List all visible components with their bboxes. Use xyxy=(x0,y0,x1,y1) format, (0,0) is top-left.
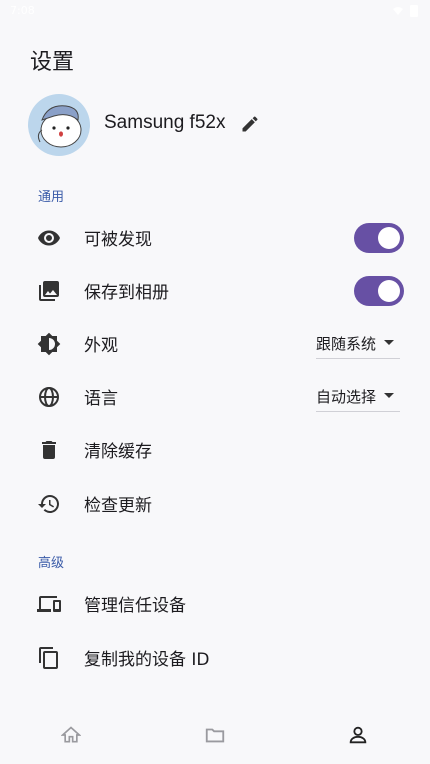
devices-icon xyxy=(36,591,62,617)
folder-icon[interactable] xyxy=(202,722,228,748)
edit-name-button[interactable] xyxy=(238,112,262,136)
toggle-knob xyxy=(378,226,400,249)
dropdown-value: 自动选择 xyxy=(316,387,377,406)
brightness-icon xyxy=(36,331,62,357)
history-icon xyxy=(36,491,62,517)
section-header-general: 通用 xyxy=(38,190,65,205)
section-header-advanced: 高级 xyxy=(38,556,65,571)
wifi-icon xyxy=(393,6,403,15)
setting-copy-device-id[interactable]: 复制我的设备 ID xyxy=(0,631,430,684)
save-to-gallery-toggle[interactable] xyxy=(354,275,404,306)
toggle-knob xyxy=(378,279,400,302)
language-dropdown[interactable]: 自动选择 xyxy=(316,381,400,412)
chevron-down-icon xyxy=(384,340,394,345)
setting-label: 复制我的设备 ID xyxy=(84,650,210,670)
status-time: 7:08 xyxy=(10,4,35,17)
globe-icon xyxy=(36,384,62,410)
setting-check-update[interactable]: 检查更新 xyxy=(0,477,430,530)
bottom-navigation xyxy=(0,706,430,764)
setting-label: 清除缓存 xyxy=(84,442,152,462)
discoverable-toggle[interactable] xyxy=(354,222,404,253)
page-title: 设置 xyxy=(30,50,75,75)
eye-icon xyxy=(36,225,62,251)
home-icon[interactable] xyxy=(58,722,84,748)
setting-label: 保存到相册 xyxy=(84,283,169,303)
appearance-dropdown[interactable]: 跟随系统 xyxy=(316,328,400,359)
setting-clear-cache[interactable]: 清除缓存 xyxy=(0,423,430,476)
battery-icon xyxy=(410,5,418,17)
setting-label: 外观 xyxy=(84,336,118,356)
setting-label: 语言 xyxy=(84,389,118,409)
setting-language[interactable]: 语言 自动选择 xyxy=(0,370,430,423)
device-name: Samsung f52x xyxy=(104,112,226,133)
setting-label: 可被发现 xyxy=(84,230,152,250)
setting-discoverable[interactable]: 可被发现 xyxy=(0,211,430,264)
pencil-icon xyxy=(242,116,258,132)
setting-label: 检查更新 xyxy=(84,496,152,516)
trash-icon xyxy=(36,437,62,463)
photo-icon xyxy=(36,278,62,304)
avatar[interactable] xyxy=(28,94,90,156)
setting-appearance[interactable]: 外观 跟随系统 xyxy=(0,317,430,370)
status-bar: 7:08 xyxy=(0,0,430,24)
setting-label: 管理信任设备 xyxy=(84,596,186,616)
avatar-image xyxy=(37,105,82,148)
setting-trusted-devices[interactable]: 管理信任设备 xyxy=(0,577,430,630)
chevron-down-icon xyxy=(384,393,394,398)
person-icon[interactable] xyxy=(345,722,371,748)
dropdown-value: 跟随系统 xyxy=(316,334,377,353)
setting-save-to-gallery[interactable]: 保存到相册 xyxy=(0,264,430,317)
copy-icon xyxy=(36,645,62,671)
